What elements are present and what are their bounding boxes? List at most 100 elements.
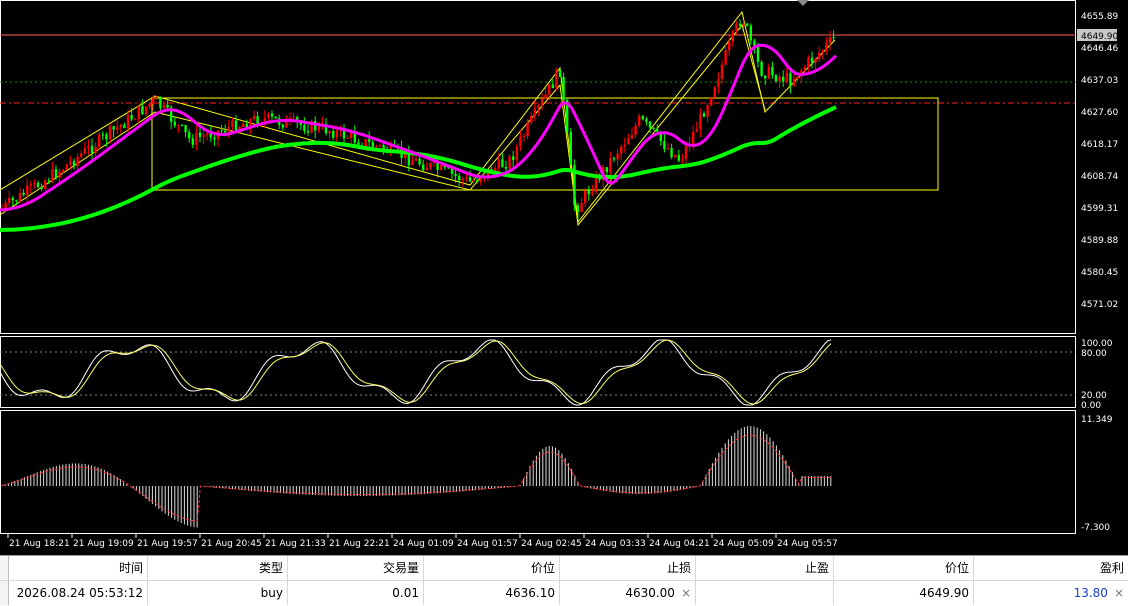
candle-body [508,156,511,169]
candle-body [188,132,191,139]
candle-body [40,187,43,190]
candle-body [94,147,97,153]
candle-body [281,124,284,128]
candle-body [159,96,162,108]
price-tick: 4571.02 [1081,300,1118,310]
close-position-icon[interactable]: × [1114,586,1124,600]
time-label: 24 Aug 02:45 [521,539,582,549]
candle-body [760,61,763,76]
price-tick: 4608.74 [1081,172,1118,182]
candle-body [677,154,680,161]
candle-body [108,126,112,140]
candle-body [756,45,760,62]
candle-body [252,116,256,120]
time-label: 24 Aug 03:33 [585,539,646,549]
candle-body [720,64,724,79]
candle-body [440,165,443,170]
price-tick: 4637.03 [1081,76,1118,86]
candle-body [684,145,688,160]
header-tp[interactable]: 止盈 [696,556,834,580]
candle-body [735,23,738,32]
candle-body [789,73,792,86]
candle-body [504,166,508,169]
candle-body [569,131,572,166]
candle-body [378,145,382,147]
candle-body [472,179,475,182]
candle-body [274,116,277,119]
macd-tick: 11.349 [1081,415,1113,425]
stoch-axis: 100.00 80.00 20.00 0.00 [1081,339,1113,411]
candle-body [814,58,817,63]
candle-body [792,78,796,86]
candle-body [782,76,785,82]
cell-time: 2026.08.24 05:53:12 [8,581,148,605]
header-time[interactable]: 时间 [8,556,148,580]
candle-body [429,163,432,168]
candle-body [663,140,666,150]
candle-body [810,57,814,63]
candle-body [526,122,529,137]
candle-body [544,94,547,99]
candle-body [69,161,72,165]
price-chart[interactable]: 4655.89 4646.46 4637.03 4627.60 4618.17 … [0,0,1128,555]
candle-body [80,153,83,157]
candle-body [58,171,61,179]
chart-shift-marker[interactable] [797,0,809,6]
candle-body [785,73,788,82]
header-sl[interactable]: 止损 [560,556,696,580]
zigzag-lines [0,10,836,227]
candle-body [476,179,479,182]
cell-price: 4636.10 [424,581,560,605]
candle-body [533,108,536,117]
cell-sl[interactable]: 4630.00 × [560,581,696,605]
candle-body [198,132,202,137]
candle-body [674,154,677,158]
header-price[interactable]: 价位 [424,556,560,580]
header-type[interactable]: 类型 [148,556,288,580]
candle-body [616,153,619,160]
time-axis: 21 Aug 18:21 21 Aug 19:09 21 Aug 19:57 21 A… [7,534,838,549]
candle-body [641,116,644,120]
header-volume[interactable]: 交易量 [288,556,424,580]
current-price-label: 4649.90 [1081,32,1118,42]
candle-body [54,169,58,179]
candle-body [767,66,770,79]
candle-body [530,116,533,123]
candle-body [119,124,122,128]
cell-profit[interactable]: 13.80 × [974,581,1128,605]
time-label: 21 Aug 19:57 [137,539,198,549]
candle-body [18,192,22,202]
candle-body [112,126,115,130]
sl-value: 4630.00 [625,586,675,600]
candle-body [771,66,774,76]
candle-body [422,164,425,171]
candle-body [411,160,414,166]
price-tick: 4655.89 [1081,12,1118,22]
candle-body [458,175,461,181]
stoch-signal-line [0,339,832,405]
cell-current-price: 4649.90 [834,581,974,605]
price-tick: 4627.60 [1081,108,1118,118]
price-tick: 4618.17 [1081,140,1118,150]
candle-body [749,25,752,41]
time-label: 24 Aug 05:57 [777,539,838,549]
stoch-tick: 20.00 [1081,391,1107,401]
macd-axis: 11.349 -7.300 [1081,415,1113,533]
table-row[interactable]: 2026.08.24 05:53:12 buy 0.01 4636.10 463… [0,581,1128,605]
time-label: 24 Aug 01:09 [393,539,454,549]
candle-body [180,124,184,126]
candle-body [134,119,137,121]
candle-body [98,134,101,148]
cell-volume: 0.01 [288,581,424,605]
candle-body [540,98,544,106]
header-profit[interactable]: 盈利 [974,556,1128,580]
remove-sl-icon[interactable]: × [681,586,691,600]
macd-histogram [1,426,832,528]
time-label: 24 Aug 05:09 [713,539,774,549]
candle-body [22,192,25,196]
header-current-price[interactable]: 价位 [834,556,974,580]
candle-body [105,134,108,140]
candle-body [501,159,504,167]
profit-value: 13.80 [1073,586,1108,600]
cell-tp[interactable] [696,581,834,605]
